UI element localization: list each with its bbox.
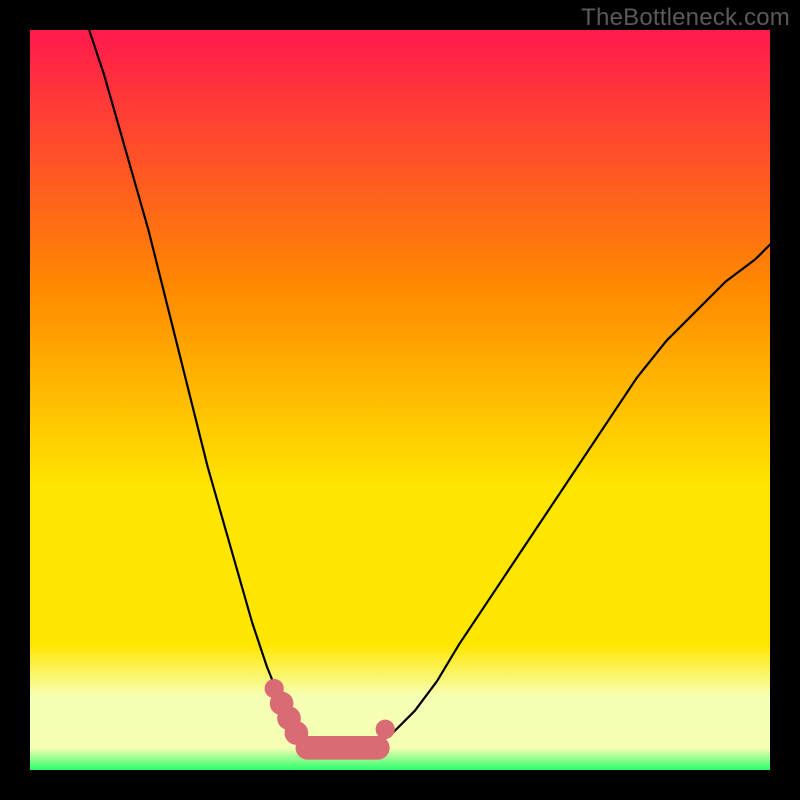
marker-dot	[376, 720, 395, 739]
marker-dot	[296, 736, 320, 760]
chart-frame: TheBottleneck.com	[0, 0, 800, 800]
chart-svg	[30, 30, 770, 770]
plot-area	[30, 30, 770, 770]
watermark-text: TheBottleneck.com	[581, 4, 790, 32]
gradient-background	[30, 30, 770, 770]
